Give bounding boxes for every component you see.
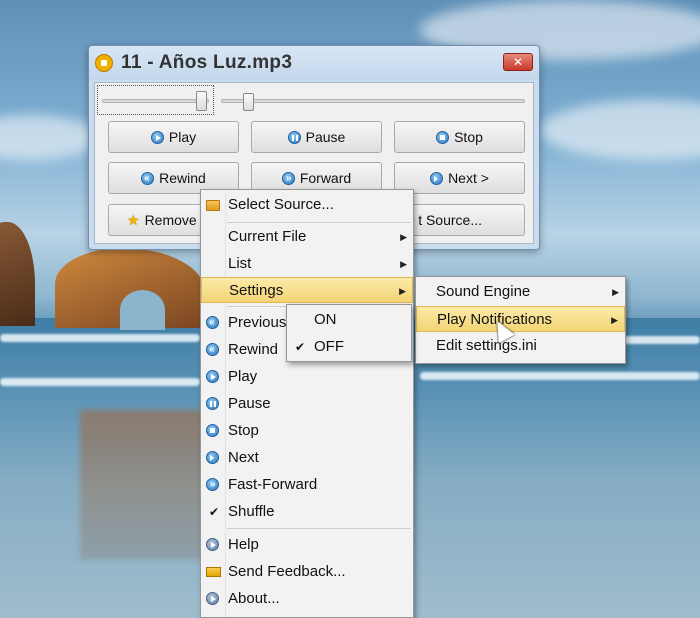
app-icon: [95, 54, 113, 72]
volume-slider-thumb[interactable]: [196, 91, 207, 111]
close-button[interactable]: ✕: [503, 53, 533, 71]
cloud: [540, 100, 700, 160]
info-icon: [206, 592, 219, 605]
play-icon: [206, 370, 219, 383]
stop-button[interactable]: Stop: [394, 121, 525, 153]
menu-item-pause[interactable]: Pause: [201, 391, 413, 417]
select-source-button-label: t Source...: [418, 212, 482, 228]
rewind-icon: [141, 171, 155, 185]
checkmark-icon: ✔: [295, 340, 306, 354]
menu-item-play-notifications[interactable]: Play Notifications ▶: [416, 306, 625, 332]
context-menu: Select Source... Current File ▶ List ▶ S…: [200, 189, 414, 618]
menu-item-play[interactable]: Play: [201, 364, 413, 390]
menu-item-label: Edit settings.ini: [436, 337, 537, 354]
wave-foam: [0, 334, 200, 342]
menu-item-help[interactable]: Help: [201, 532, 413, 558]
wave-foam: [620, 336, 700, 344]
menu-item-on[interactable]: ON: [287, 307, 411, 333]
menu-separator: [227, 528, 411, 529]
menu-item-send-feedback[interactable]: Send Feedback...: [201, 559, 413, 585]
menu-separator: [227, 222, 411, 223]
menu-item-label: Stop: [228, 422, 259, 439]
checkmark-icon: ✔: [209, 505, 220, 519]
play-icon: [150, 130, 164, 144]
notifications-submenu: ON ✔ OFF: [286, 304, 412, 362]
menu-item-select-source[interactable]: Select Source...: [201, 192, 413, 218]
menu-item-label: ON: [314, 311, 337, 328]
menu-item-label: List: [228, 255, 252, 272]
menu-item-label: Play: [228, 368, 258, 385]
next-icon: [206, 451, 219, 464]
menu-item-label: Help: [228, 536, 259, 553]
menu-item-sound-engine[interactable]: Sound Engine ▶: [416, 279, 625, 305]
wave-foam: [420, 372, 700, 380]
star-icon: ★: [127, 212, 140, 228]
forward-icon: [281, 171, 295, 185]
submenu-arrow-icon: ▶: [612, 287, 619, 297]
rewind-icon: [206, 343, 219, 356]
arch-opening: [120, 290, 165, 330]
title-bar[interactable]: 11 - Años Luz.mp3 ✕: [89, 46, 539, 80]
submenu-arrow-icon: ▶: [400, 259, 407, 269]
seek-slider[interactable]: [221, 99, 525, 103]
settings-submenu: Sound Engine ▶ Play Notifications ▶ Edit…: [415, 276, 626, 364]
pause-button[interactable]: Pause: [251, 121, 382, 153]
stop-icon: [206, 424, 219, 437]
menu-item-about[interactable]: About...: [201, 586, 413, 612]
rewind-button-label: Rewind: [159, 170, 206, 186]
menu-item-label: Fast-Forward: [228, 476, 318, 493]
play-button-label: Play: [168, 129, 197, 145]
menu-item-current-file[interactable]: Current File ▶: [201, 224, 413, 250]
play-button[interactable]: Play: [108, 121, 239, 153]
help-icon: [206, 538, 219, 551]
submenu-arrow-icon: ▶: [400, 232, 407, 242]
slider-row: [95, 85, 533, 117]
pause-button-label: Pause: [305, 129, 346, 145]
mail-icon: [206, 567, 221, 577]
menu-item-off[interactable]: ✔ OFF: [287, 334, 411, 360]
menu-item-label: OFF: [314, 338, 344, 355]
forward-button-label: Forward: [299, 170, 352, 186]
menu-item-label: Rewind: [228, 341, 279, 358]
rock: [0, 222, 35, 326]
stop-button-label: Stop: [454, 129, 483, 145]
submenu-arrow-icon: ▶: [399, 286, 406, 296]
seek-slider-thumb[interactable]: [243, 93, 254, 111]
stop-icon: [436, 130, 450, 144]
fast-forward-icon: [206, 478, 219, 491]
menu-item-label: Settings: [229, 282, 284, 299]
pause-icon: [206, 397, 219, 410]
menu-item-settings[interactable]: Settings ▶: [201, 277, 413, 303]
window-title: 11 - Años Luz.mp3: [121, 52, 293, 73]
pause-icon: [287, 130, 301, 144]
volume-slider[interactable]: [102, 99, 209, 103]
wave-foam: [0, 378, 200, 386]
menu-item-label: Select Source...: [228, 196, 334, 213]
rock-reflection: [80, 410, 210, 560]
menu-item-shuffle[interactable]: ✔ Shuffle: [201, 499, 413, 525]
menu-item-label: Previous: [228, 314, 287, 331]
menu-item-list[interactable]: List ▶: [201, 251, 413, 277]
menu-item-label: Next: [228, 449, 259, 466]
submenu-arrow-icon: ▶: [611, 315, 618, 325]
menu-item-label: Current File: [228, 228, 307, 245]
menu-item-fast-forward[interactable]: Fast-Forward: [201, 472, 413, 498]
cloud: [0, 115, 100, 160]
next-icon: [430, 171, 444, 185]
previous-icon: [206, 316, 219, 329]
menu-item-edit-settings[interactable]: Edit settings.ini: [416, 333, 625, 359]
remove-button-label: Remove f: [144, 212, 205, 228]
menu-item-next[interactable]: Next: [201, 445, 413, 471]
menu-item-label: Shuffle: [228, 503, 275, 520]
next-button-label: Next >: [448, 170, 489, 186]
menu-item-label: Send Feedback...: [228, 563, 346, 580]
menu-item-label: Sound Engine: [436, 283, 531, 300]
menu-item-label: About...: [228, 590, 280, 607]
menu-item-stop[interactable]: Stop: [201, 418, 413, 444]
folder-icon: [206, 200, 220, 211]
menu-item-label: Pause: [228, 395, 271, 412]
